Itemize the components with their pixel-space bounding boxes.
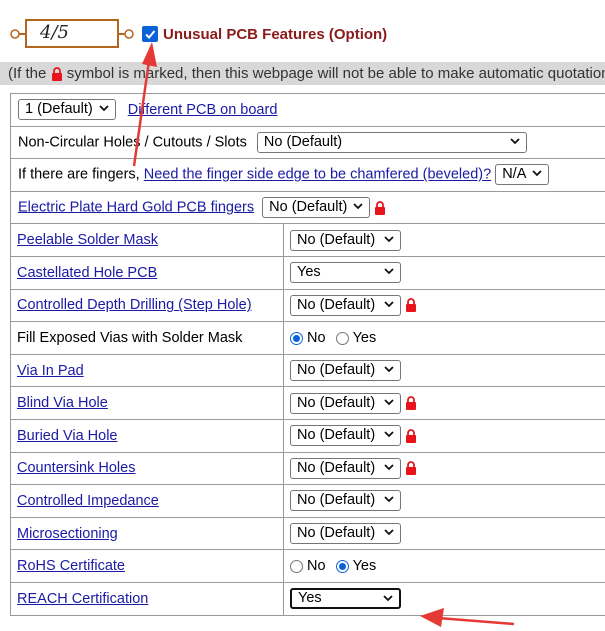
- table-row: RoHS Certificate No Yes: [10, 549, 605, 583]
- options-table: 1 (Default) Different PCB on board Non-C…: [9, 93, 605, 616]
- chevron-down-icon: [384, 399, 394, 405]
- impedance-link[interactable]: Controlled Impedance: [17, 493, 159, 509]
- blind-via-select[interactable]: No (Default): [290, 392, 401, 414]
- castellated-select[interactable]: Yes: [290, 262, 401, 284]
- depth-drilling-link[interactable]: Controlled Depth Drilling (Step Hole): [17, 297, 252, 313]
- step-badge: 4/5: [10, 18, 134, 48]
- step-badge-frame-icon: [10, 19, 134, 48]
- impedance-value: No (Default): [297, 492, 376, 509]
- chevron-down-icon: [532, 170, 542, 177]
- countersink-select[interactable]: No (Default): [290, 457, 401, 479]
- microsection-link[interactable]: Microsectioning: [17, 526, 118, 542]
- chevron-down-icon: [384, 268, 394, 275]
- fill-vias-no-radio[interactable]: [290, 331, 303, 345]
- boards-count-value: 1 (Default): [25, 101, 93, 118]
- holes-select[interactable]: No (Default): [256, 131, 527, 153]
- peelable-select[interactable]: No (Default): [290, 229, 401, 251]
- chevron-down-icon: [384, 366, 394, 373]
- fill-vias-no-label: No: [307, 330, 326, 347]
- finger-chamfer-select[interactable]: N/A: [495, 164, 550, 186]
- castellated-value: Yes: [297, 264, 321, 281]
- boards-count-select[interactable]: 1 (Default): [18, 99, 116, 121]
- chevron-down-icon: [384, 496, 394, 503]
- chevron-down-icon: [99, 105, 109, 112]
- table-row: Fill Exposed Vias with Solder Mask No Ye…: [10, 321, 605, 355]
- notice-text-before: (If the: [8, 65, 47, 82]
- chevron-down-icon: [383, 595, 393, 602]
- holes-value: No (Default): [263, 133, 343, 150]
- table-row: Blind Via Hole No (Default): [10, 386, 605, 420]
- table-row: Castellated Hole PCB Yes: [10, 255, 605, 290]
- reach-link[interactable]: REACH Certification: [17, 591, 148, 607]
- lock-icon: [51, 67, 62, 82]
- section-title: Unusual PCB Features (Option): [163, 26, 388, 43]
- lock-icon: [406, 396, 417, 411]
- table-row: Controlled Depth Drilling (Step Hole) No…: [10, 288, 605, 323]
- castellated-link[interactable]: Castellated Hole PCB: [17, 265, 157, 281]
- rohs-yes-label: Yes: [352, 558, 377, 575]
- step-indicator: 4/5: [40, 22, 69, 43]
- annotation-arrow-up-icon: [132, 42, 157, 167]
- rohs-no-label: No: [307, 558, 326, 575]
- buried-via-select[interactable]: No (Default): [290, 425, 401, 447]
- hard-gold-value: No (Default): [269, 199, 348, 216]
- buried-via-value: No (Default): [297, 427, 376, 444]
- table-row: Via In Pad No (Default): [10, 353, 605, 388]
- hard-gold-select[interactable]: No (Default): [262, 197, 371, 219]
- section-header: 4/5 Unusual PCB Features (Option): [0, 14, 605, 54]
- hard-gold-link[interactable]: Electric Plate Hard Gold PCB fingers: [18, 199, 254, 215]
- buried-via-link[interactable]: Buried Via Hole: [17, 428, 118, 444]
- depth-drilling-select[interactable]: No (Default): [290, 294, 401, 316]
- table-row: Controlled Impedance No (Default): [10, 484, 605, 518]
- microsection-value: No (Default): [297, 525, 376, 542]
- chevron-down-icon: [384, 529, 394, 536]
- fingers-label: If there are fingers,: [18, 166, 140, 183]
- via-in-pad-link[interactable]: Via In Pad: [17, 363, 84, 379]
- chevron-down-icon: [384, 431, 394, 438]
- lock-icon: [375, 200, 386, 215]
- lock-notice: (If the symbol is marked, then this webp…: [0, 62, 605, 85]
- chevron-down-icon: [353, 203, 363, 210]
- reach-select[interactable]: Yes: [290, 588, 401, 610]
- chevron-down-icon: [384, 236, 394, 242]
- table-row: 1 (Default) Different PCB on board: [9, 93, 605, 127]
- countersink-link[interactable]: Countersink Holes: [17, 460, 135, 476]
- table-row: If there are fingers, Need the finger si…: [9, 158, 605, 192]
- table-row: Peelable Solder Mask No (Default): [10, 223, 605, 257]
- lock-icon: [406, 298, 417, 313]
- table-row: Buried Via Hole No (Default): [10, 418, 605, 453]
- impedance-select[interactable]: No (Default): [290, 490, 401, 512]
- blind-via-link[interactable]: Blind Via Hole: [17, 395, 108, 411]
- annotation-arrow-left-icon: [420, 608, 515, 627]
- rohs-no-radio[interactable]: [290, 559, 303, 573]
- microsection-select[interactable]: No (Default): [290, 523, 401, 545]
- lock-icon: [406, 428, 417, 443]
- table-row: Countersink Holes No (Default): [10, 451, 605, 486]
- countersink-value: No (Default): [297, 459, 376, 476]
- chevron-down-icon: [384, 301, 394, 308]
- peelable-link[interactable]: Peelable Solder Mask: [17, 232, 158, 248]
- reach-value: Yes: [298, 590, 322, 607]
- fill-vias-yes-radio[interactable]: [335, 331, 349, 345]
- table-row: Non-Circular Holes / Cutouts / Slots No …: [9, 125, 605, 160]
- blind-via-value: No (Default): [297, 394, 376, 411]
- rohs-link[interactable]: RoHS Certificate: [17, 558, 125, 574]
- fill-vias-yes-label: Yes: [352, 330, 377, 347]
- peelable-value: No (Default): [297, 231, 376, 248]
- table-row: Electric Plate Hard Gold PCB fingers No …: [9, 190, 605, 225]
- chevron-down-icon: [384, 464, 394, 471]
- table-row: Microsectioning No (Default): [10, 516, 605, 551]
- finger-chamfer-link[interactable]: Need the finger side edge to be chamfere…: [144, 167, 491, 183]
- lock-icon: [406, 461, 417, 476]
- chevron-down-icon: [510, 138, 520, 145]
- finger-chamfer-value: N/A: [502, 166, 527, 183]
- rohs-yes-radio[interactable]: [335, 559, 349, 573]
- fill-vias-label: Fill Exposed Vias with Solder Mask: [17, 329, 243, 346]
- via-in-pad-select[interactable]: No (Default): [290, 360, 401, 382]
- depth-drilling-value: No (Default): [297, 296, 376, 313]
- via-in-pad-value: No (Default): [297, 362, 376, 379]
